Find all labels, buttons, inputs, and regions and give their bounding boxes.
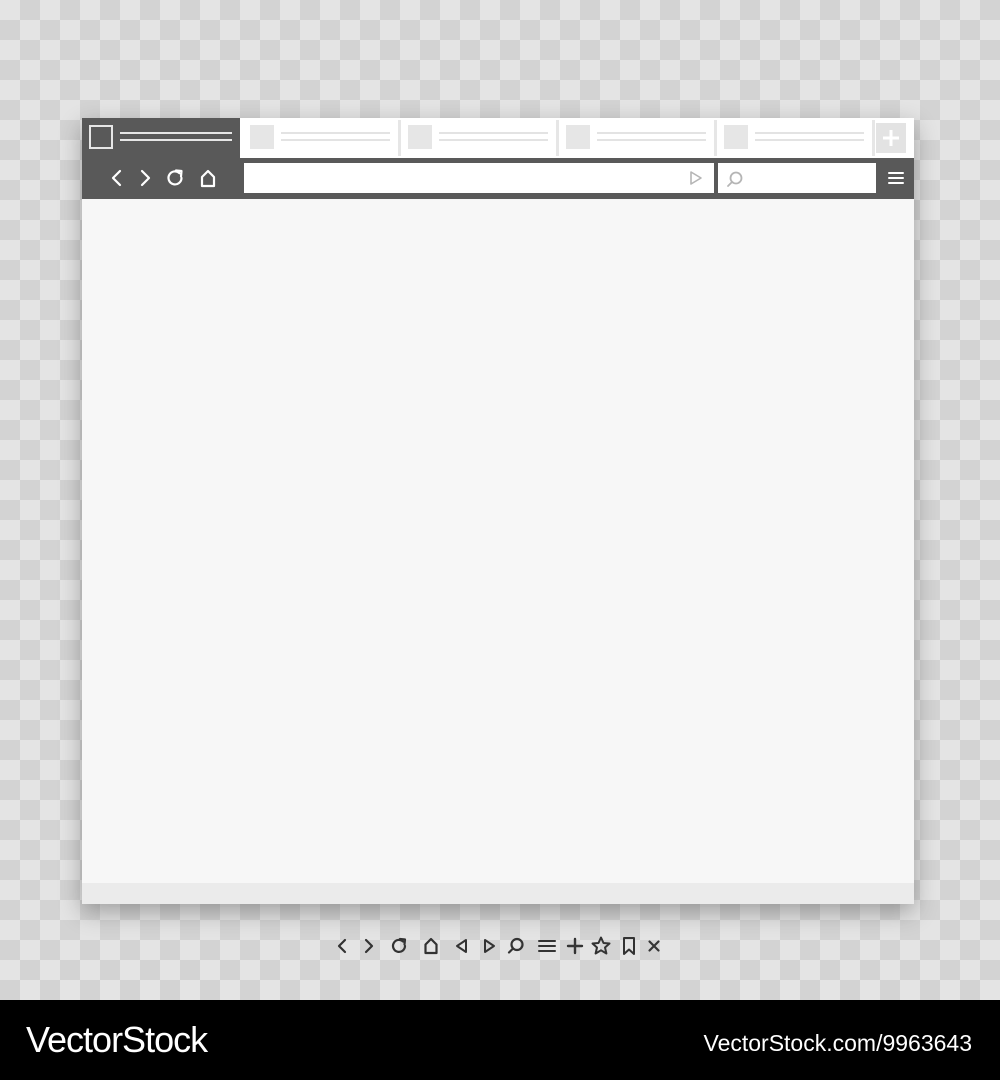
plus-icon: [883, 130, 899, 146]
reload-icon[interactable]: [163, 166, 187, 190]
back-icon: [337, 938, 347, 954]
triangle-right-icon: [484, 939, 495, 953]
status-bar: [82, 883, 914, 904]
navigation-toolbar: [82, 158, 914, 199]
forward-icon[interactable]: [133, 166, 157, 190]
tab-inactive[interactable]: [401, 118, 559, 158]
browser-window: [82, 118, 914, 904]
new-tab-button[interactable]: [876, 123, 906, 153]
watermark-footer: VectorStock VectorStock.com/9963643: [0, 1000, 1000, 1080]
search-box[interactable]: [718, 163, 876, 193]
tab-active[interactable]: [82, 118, 240, 158]
favicon-placeholder: [250, 125, 274, 149]
forward-icon: [364, 938, 374, 954]
home-icon: [424, 937, 438, 955]
tab-title-placeholder: [281, 139, 390, 141]
icon-set: [330, 934, 670, 958]
bookmark-icon: [623, 937, 635, 955]
triangle-left-icon: [456, 939, 467, 953]
tab-title-placeholder: [281, 132, 390, 134]
image-reference: VectorStock.com/9963643: [703, 1030, 973, 1056]
favicon-placeholder: [89, 125, 113, 149]
menu-icon: [538, 940, 556, 952]
favicon-placeholder: [408, 125, 432, 149]
home-icon[interactable]: [196, 166, 220, 190]
tab-inactive[interactable]: [717, 118, 875, 158]
tab-title-placeholder: [755, 139, 864, 141]
favicon-placeholder: [724, 125, 748, 149]
tab-title-placeholder: [120, 132, 232, 134]
tab-title-placeholder: [755, 132, 864, 134]
reload-icon: [391, 937, 407, 953]
tab-title-placeholder: [439, 139, 548, 141]
tab-title-placeholder: [439, 132, 548, 134]
tab-bar: [82, 118, 914, 158]
search-icon: [507, 937, 524, 954]
hamburger-menu-icon[interactable]: [884, 166, 908, 190]
tab-title-placeholder: [120, 139, 232, 141]
tab-title-placeholder: [597, 139, 706, 141]
star-icon: [591, 936, 611, 955]
tab-inactive[interactable]: [559, 118, 717, 158]
favicon-placeholder: [566, 125, 590, 149]
plus-icon: [566, 937, 584, 955]
tab-inactive[interactable]: [243, 118, 401, 158]
back-icon[interactable]: [105, 166, 129, 190]
tab-title-placeholder: [597, 132, 706, 134]
search-icon: [727, 171, 743, 187]
page-content-area[interactable]: [82, 199, 914, 883]
close-icon: [648, 940, 660, 952]
play-icon[interactable]: [688, 170, 704, 186]
brand-logo-text: VectorStock: [26, 1019, 208, 1060]
address-bar[interactable]: [244, 163, 714, 193]
